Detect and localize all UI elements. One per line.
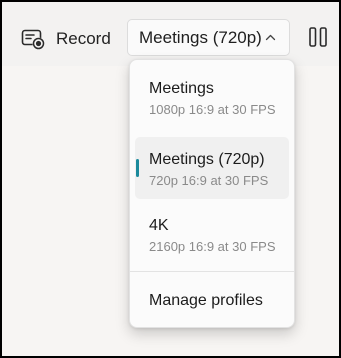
manage-profiles-item[interactable]: Manage profiles	[135, 285, 289, 321]
record-label: Record	[56, 29, 111, 48]
menu-divider	[130, 271, 294, 272]
profile-option-4k[interactable]: 4K 2160p 16:9 at 30 FPS	[135, 203, 289, 265]
record-button[interactable]: Record	[14, 22, 117, 56]
profile-dropdown[interactable]: Meetings (720p)	[127, 19, 290, 56]
profile-option-meetings-720p[interactable]: Meetings (720p) 720p 16:9 at 30 FPS	[135, 137, 289, 199]
profile-menu: Meetings 1080p 16:9 at 30 FPS Meetings (…	[129, 59, 295, 328]
profile-option-subtitle: 1080p 16:9 at 30 FPS	[149, 102, 276, 117]
profile-option-title: 4K	[149, 217, 169, 234]
chevron-up-icon	[265, 34, 276, 41]
profile-option-title: Meetings (720p)	[149, 151, 265, 168]
record-screen-icon	[21, 29, 45, 50]
manage-profiles-label: Manage profiles	[149, 292, 263, 309]
profile-option-title: Meetings	[149, 80, 214, 97]
app-window: Record Meetings (720p) Meetings 1080p 16…	[0, 0, 341, 358]
pause-button[interactable]	[304, 22, 332, 52]
profile-option-subtitle: 2160p 16:9 at 30 FPS	[149, 239, 276, 254]
recording-toolbar: Record Meetings (720p)	[2, 2, 339, 66]
selected-indicator	[136, 159, 139, 177]
pause-icon	[309, 27, 327, 47]
profile-option-subtitle: 720p 16:9 at 30 FPS	[149, 173, 269, 188]
profile-option-meetings[interactable]: Meetings 1080p 16:9 at 30 FPS	[135, 66, 289, 128]
profile-dropdown-value: Meetings (720p)	[139, 27, 262, 47]
